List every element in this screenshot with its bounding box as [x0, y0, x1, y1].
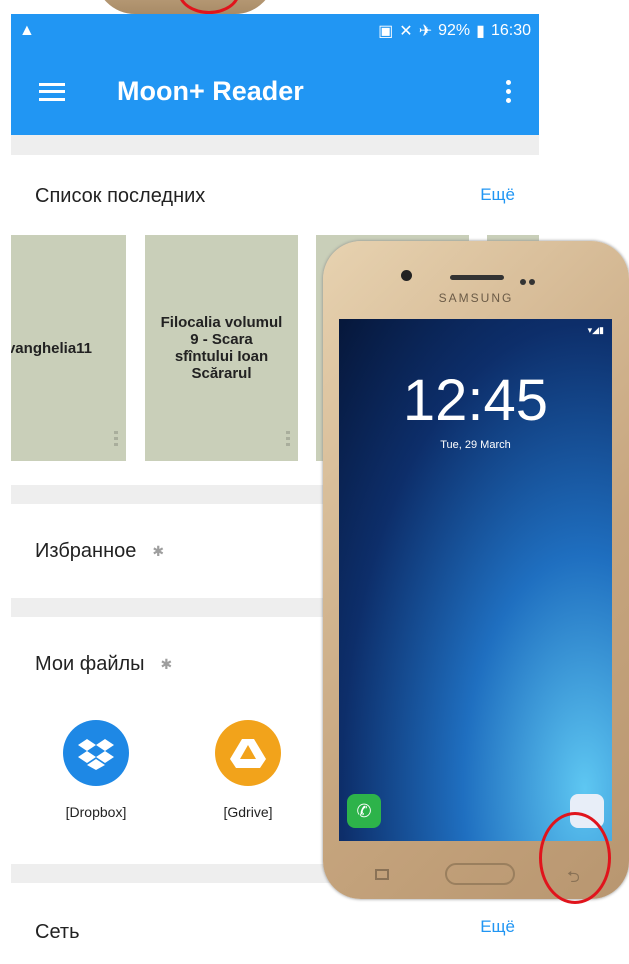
- recent-more-link[interactable]: Ещё: [480, 185, 515, 205]
- book-cover[interactable]: vanghelia11: [11, 235, 126, 461]
- gdrive-label: [Gdrive]: [223, 804, 273, 820]
- warning-icon: ▲: [19, 22, 35, 39]
- book-menu-icon[interactable]: [114, 431, 118, 447]
- phone-clock: 12:45: [402, 368, 549, 433]
- favorites-label: Избранное: [35, 540, 137, 562]
- more-options-icon[interactable]: [506, 80, 511, 103]
- book-cover[interactable]: Filocalia volumul 9 - Scara sfîntului Io…: [145, 235, 298, 461]
- battery-icon: ▮: [476, 23, 485, 40]
- book-title: vanghelia11: [11, 339, 93, 357]
- myfiles-title: Мои файлы ✱: [35, 653, 172, 676]
- dropbox-icon: [63, 720, 129, 786]
- mute-icon: ✕: [399, 23, 413, 40]
- toolbar: Moon+ Reader: [11, 48, 539, 135]
- top-strip: [0, 0, 629, 14]
- call-icon: ✆: [347, 794, 381, 828]
- phone-date: Tue, 29 March: [440, 439, 511, 451]
- myfiles-label: Мои файлы: [35, 653, 145, 675]
- recent-apps-icon: [375, 869, 389, 880]
- phone-brand: SAMSUNG: [438, 291, 514, 305]
- samsung-phone-image: SAMSUNG ▾◢▮ 12:45 Tue, 29 March ✆ ⮌: [323, 241, 629, 899]
- status-bar: ▲ ▣ ✕ ✈ 92% ▮ 16:30: [11, 14, 539, 48]
- dropbox-item[interactable]: [Dropbox]: [41, 720, 151, 820]
- favorites-title: Избранное ✱: [35, 540, 164, 563]
- gear-icon[interactable]: ✱: [152, 543, 164, 560]
- network-more-link[interactable]: Ещё: [480, 917, 515, 937]
- app-title: Moon+ Reader: [117, 76, 304, 106]
- cast-icon: ▣: [378, 23, 394, 40]
- book-title: Filocalia volumul 9 - Scara sfîntului Io…: [160, 314, 283, 382]
- book-menu-icon[interactable]: [286, 431, 290, 447]
- gdrive-item[interactable]: [Gdrive]: [193, 720, 303, 820]
- network-title: Сеть: [35, 921, 80, 943]
- battery-percent: 92%: [438, 22, 471, 39]
- phone-screen: ▾◢▮ 12:45 Tue, 29 March ✆: [339, 319, 612, 841]
- home-button: [445, 863, 515, 885]
- airplane-icon: ✈: [418, 23, 433, 40]
- status-right: ▣ ✕ ✈ 92% ▮ 16:30: [378, 21, 531, 41]
- gdrive-icon: [215, 720, 281, 786]
- recent-title: Список последних: [35, 185, 206, 207]
- dropbox-label: [Dropbox]: [65, 804, 127, 820]
- sensor-dots: [520, 272, 538, 285]
- menu-icon[interactable]: [39, 82, 65, 101]
- phone-status-icons: ▾◢▮: [587, 325, 604, 335]
- gear-icon[interactable]: ✱: [161, 656, 173, 673]
- speaker-grille: [450, 275, 504, 280]
- camera-icon: [401, 270, 412, 281]
- status-time: 16:30: [490, 22, 531, 39]
- annotation-circle-back: [539, 812, 611, 904]
